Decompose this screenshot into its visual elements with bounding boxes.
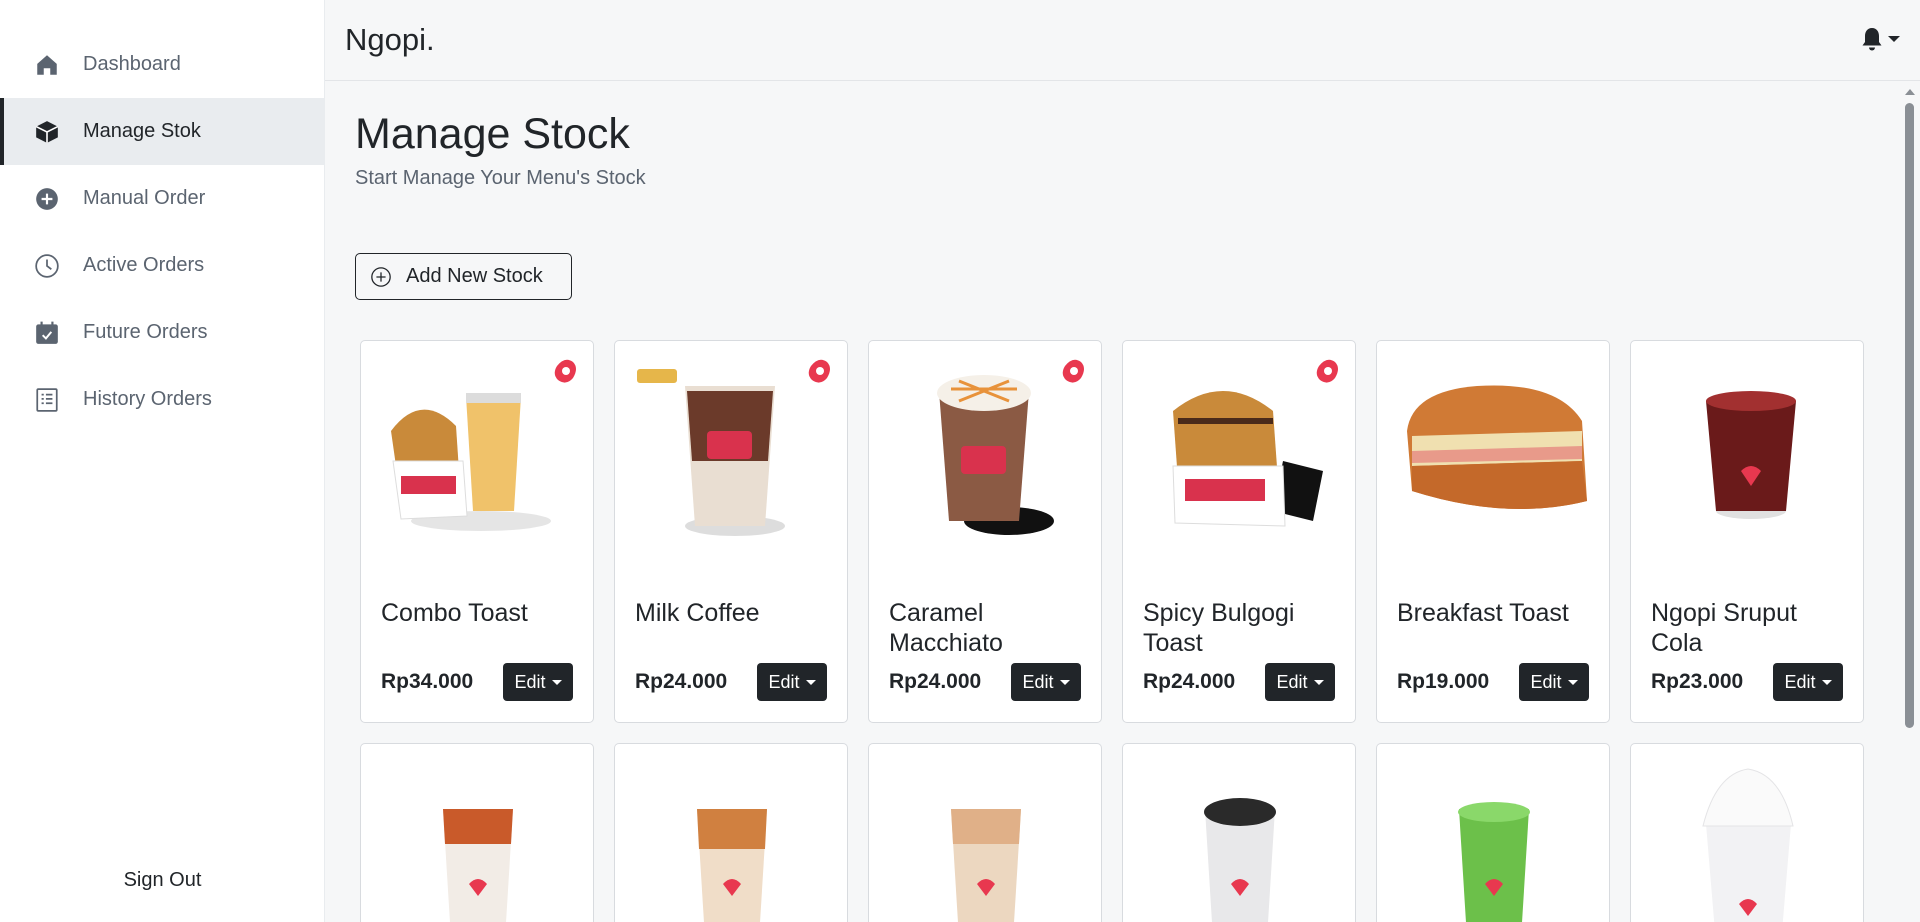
product-card: Caramel Macchiato Rp24.000 Edit bbox=[868, 340, 1102, 723]
product-card bbox=[1122, 743, 1356, 922]
product-card: Ngopi Sruput Cola Rp23.000 Edit bbox=[1630, 340, 1864, 723]
product-card bbox=[614, 743, 848, 922]
chevron-down-icon bbox=[1888, 36, 1900, 42]
plus-circle-icon bbox=[33, 185, 61, 213]
edit-label: Edit bbox=[1784, 671, 1816, 692]
product-image bbox=[1641, 351, 1855, 551]
promo-badge-icon bbox=[1059, 356, 1087, 386]
product-card bbox=[868, 743, 1102, 922]
edit-label: Edit bbox=[1276, 671, 1308, 692]
promo-badge-icon bbox=[551, 356, 579, 386]
product-card: Spicy Bulgogi Toast Rp24.000 Edit bbox=[1122, 340, 1356, 723]
sidebar-item-label: Manage Stok bbox=[83, 120, 201, 142]
product-card bbox=[1630, 743, 1864, 922]
sidebar-item-label: History Orders bbox=[83, 388, 212, 410]
box-icon bbox=[33, 118, 61, 146]
sidebar-item-label: Active Orders bbox=[83, 254, 205, 276]
chevron-down-icon bbox=[551, 679, 562, 685]
product-card: Breakfast Toast Rp19.000 Edit bbox=[1376, 340, 1610, 723]
edit-dropdown-button[interactable]: Edit bbox=[757, 663, 827, 701]
sidebar-item-future-orders[interactable]: Future Orders bbox=[0, 299, 325, 366]
chevron-down-icon bbox=[1821, 679, 1832, 685]
sidebar-nav: Dashboard Manage Stok Manual Order Activ… bbox=[0, 31, 325, 433]
product-image bbox=[1387, 351, 1601, 551]
product-card bbox=[360, 743, 594, 922]
sidebar-item-manual-order[interactable]: Manual Order bbox=[0, 165, 325, 232]
receipt-icon bbox=[33, 386, 61, 414]
chevron-down-icon bbox=[805, 679, 816, 685]
sidebar-item-label: Manual Order bbox=[83, 187, 206, 209]
product-price: Rp34.000 bbox=[381, 670, 474, 693]
vertical-scrollbar[interactable] bbox=[1900, 81, 1920, 922]
product-card: Milk Coffee Rp24.000 Edit bbox=[614, 340, 848, 723]
scroll-up-icon[interactable] bbox=[1905, 89, 1915, 95]
product-image bbox=[1641, 754, 1855, 922]
product-image bbox=[879, 754, 1093, 922]
edit-dropdown-button[interactable]: Edit bbox=[1773, 663, 1843, 701]
sidebar-item-dashboard[interactable]: Dashboard bbox=[0, 31, 325, 98]
promo-badge-icon bbox=[1313, 356, 1341, 386]
edit-label: Edit bbox=[1530, 671, 1562, 692]
product-image bbox=[1387, 754, 1601, 922]
sidebar-item-active-orders[interactable]: Active Orders bbox=[0, 232, 325, 299]
product-price: Rp23.000 bbox=[1651, 670, 1744, 693]
product-price: Rp24.000 bbox=[635, 670, 728, 693]
plus-circle-icon bbox=[371, 266, 391, 287]
product-image bbox=[625, 754, 839, 922]
add-new-stock-label: Add New Stock bbox=[406, 265, 543, 287]
edit-dropdown-button[interactable]: Edit bbox=[503, 663, 573, 701]
product-name: Combo Toast bbox=[381, 599, 528, 627]
home-icon bbox=[33, 51, 61, 79]
chevron-down-icon bbox=[1059, 679, 1070, 685]
product-card: Combo Toast Rp34.000 Edit bbox=[360, 340, 594, 723]
product-price: Rp24.000 bbox=[1143, 670, 1236, 693]
edit-dropdown-button[interactable]: Edit bbox=[1011, 663, 1081, 701]
product-image bbox=[371, 754, 585, 922]
page-title: Manage Stock bbox=[355, 110, 630, 158]
brand-logo: Ngopi. bbox=[345, 22, 435, 57]
product-card bbox=[1376, 743, 1610, 922]
clock-icon bbox=[33, 252, 61, 280]
top-bar: Ngopi. bbox=[325, 0, 1920, 81]
calendar-check-icon bbox=[33, 319, 61, 347]
sidebar-item-label: Dashboard bbox=[83, 53, 181, 75]
chevron-down-icon bbox=[1567, 679, 1578, 685]
edit-label: Edit bbox=[1022, 671, 1054, 692]
sidebar-item-history-orders[interactable]: History Orders bbox=[0, 366, 325, 433]
scrollbar-thumb[interactable] bbox=[1905, 103, 1914, 728]
notification-dropdown[interactable] bbox=[1860, 26, 1900, 52]
product-name: Caramel Macchiato bbox=[889, 599, 1003, 657]
product-price: Rp19.000 bbox=[1397, 670, 1490, 693]
sign-out-button[interactable]: Sign Out bbox=[0, 869, 325, 892]
add-new-stock-button[interactable]: Add New Stock bbox=[355, 253, 572, 300]
sidebar: Dashboard Manage Stok Manual Order Activ… bbox=[0, 0, 325, 922]
edit-dropdown-button[interactable]: Edit bbox=[1265, 663, 1335, 701]
product-price: Rp24.000 bbox=[889, 670, 982, 693]
chevron-down-icon bbox=[1313, 679, 1324, 685]
product-image bbox=[1133, 754, 1347, 922]
page-subtitle: Start Manage Your Menu's Stock bbox=[355, 167, 646, 189]
promo-badge-icon bbox=[805, 356, 833, 386]
edit-dropdown-button[interactable]: Edit bbox=[1519, 663, 1589, 701]
edit-label: Edit bbox=[768, 671, 800, 692]
product-name: Breakfast Toast bbox=[1397, 599, 1569, 627]
product-name: Milk Coffee bbox=[635, 599, 760, 627]
edit-label: Edit bbox=[514, 671, 546, 692]
product-name: Ngopi Sruput Cola bbox=[1651, 599, 1797, 657]
sidebar-item-manage-stok[interactable]: Manage Stok bbox=[0, 98, 325, 165]
product-name: Spicy Bulgogi Toast bbox=[1143, 599, 1295, 657]
bell-icon bbox=[1862, 28, 1882, 51]
main-content: Manage Stock Start Manage Your Menu's St… bbox=[325, 81, 1900, 922]
sidebar-item-label: Future Orders bbox=[83, 321, 208, 343]
